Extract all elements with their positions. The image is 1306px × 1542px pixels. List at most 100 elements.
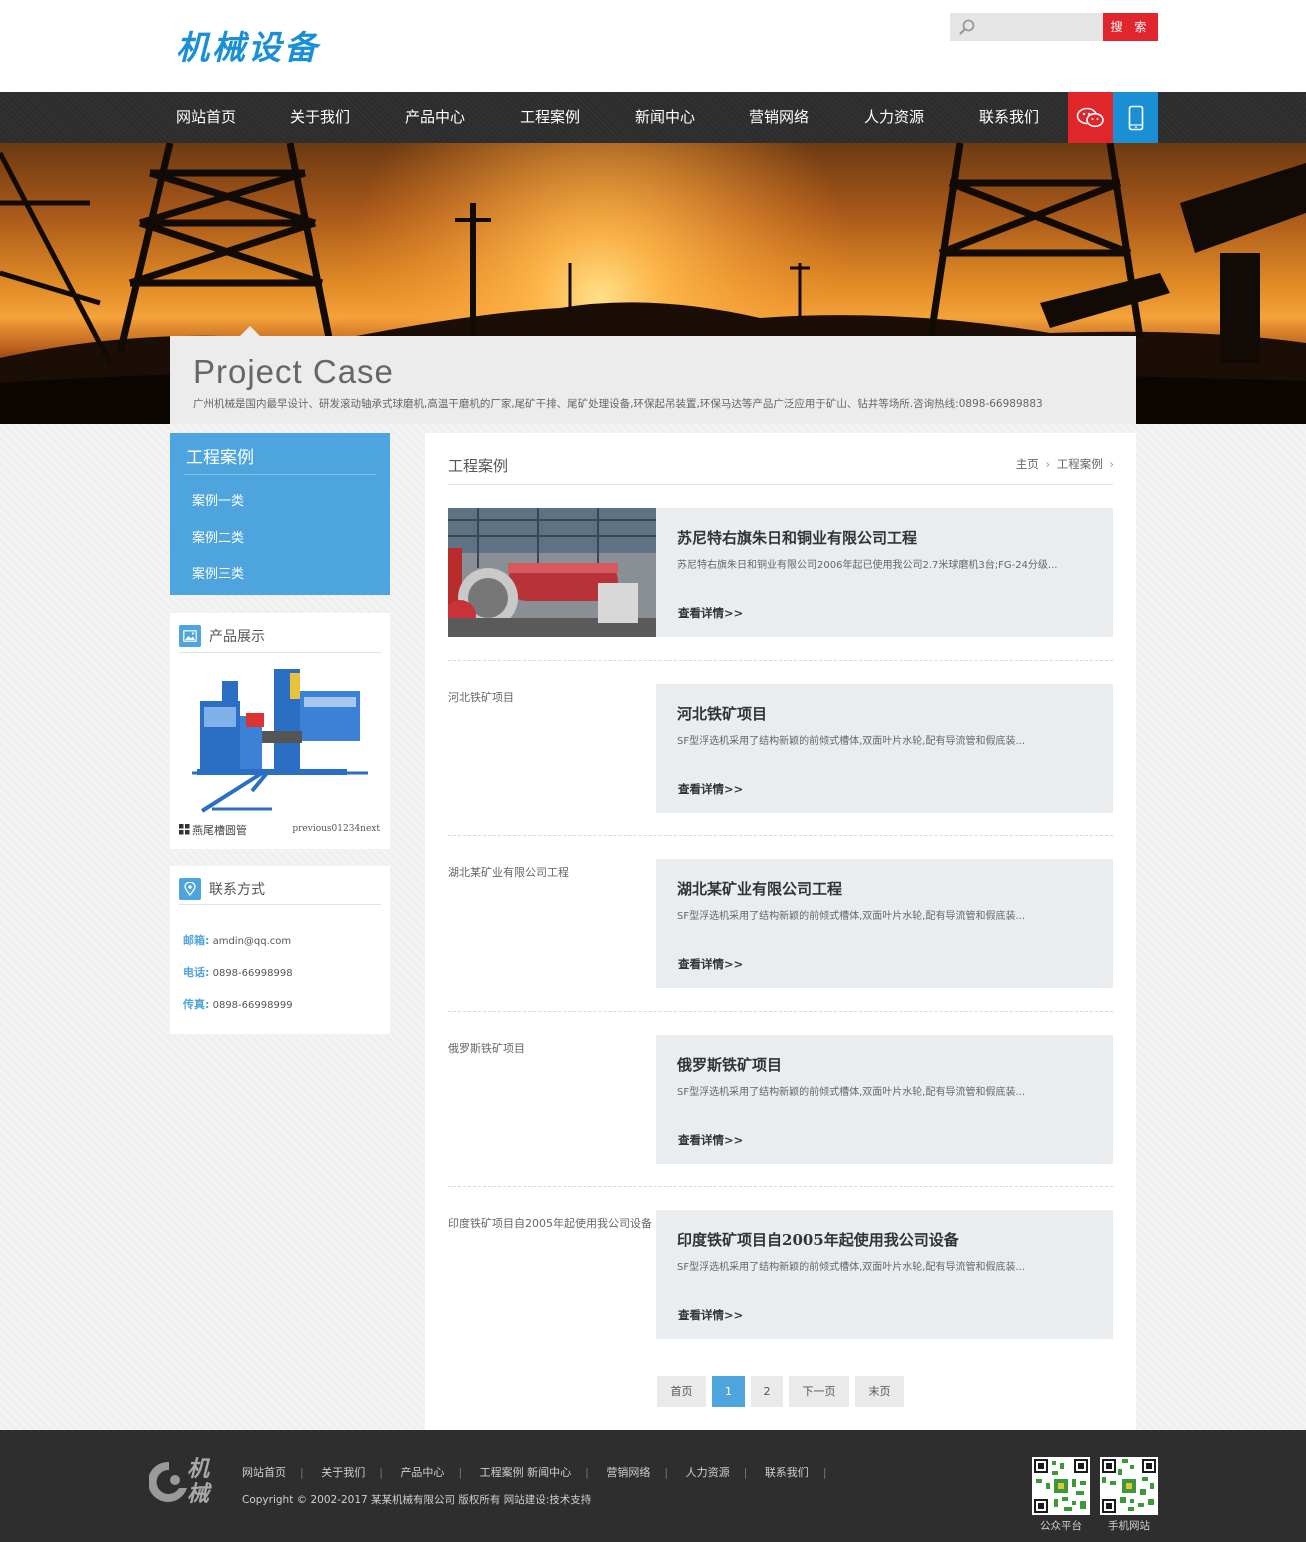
site-footer: 机械 网站首页 | 关于我们 | 产品中心 | 工程案例 新闻中心 | 营销网络 | 人力… bbox=[0, 1430, 1306, 1542]
case-card: 苏尼特右旗朱日和铜业有限公司工程 苏尼特右旗朱日和铜业有限公司2006年起已使用… bbox=[656, 508, 1113, 637]
footer-logo-text: 机械 bbox=[187, 1457, 210, 1507]
pager-first[interactable]: 首页 bbox=[657, 1376, 706, 1407]
contact-fax-label: 传真: bbox=[183, 998, 210, 1011]
breadcrumb-home[interactable]: 主页 bbox=[1016, 457, 1039, 471]
case-card: 河北铁矿项目 SF型浮选机采用了结构新颖的前倾式槽体,双面叶片水轮,配有导流管和… bbox=[656, 684, 1113, 813]
case-image-alt[interactable]: 俄罗斯铁矿项目 bbox=[448, 1040, 525, 1056]
divider bbox=[184, 474, 376, 475]
nav-item-products[interactable]: 产品中心 bbox=[405, 92, 465, 143]
pager-last[interactable]: 末页 bbox=[855, 1376, 904, 1407]
footer-link-network[interactable]: 营销网络 bbox=[606, 1466, 650, 1479]
qr-code-mobile[interactable] bbox=[1100, 1457, 1158, 1515]
separator: | bbox=[585, 1466, 589, 1479]
case-image-alt[interactable]: 河北铁矿项目 bbox=[448, 689, 514, 705]
qr-code-wechat[interactable] bbox=[1032, 1457, 1090, 1515]
footer-link-home[interactable]: 网站首页 bbox=[242, 1466, 286, 1479]
qr-label-mobile: 手机网站 bbox=[1108, 1520, 1150, 1532]
footer-link-hr[interactable]: 人力资源 bbox=[686, 1466, 730, 1479]
search-box bbox=[950, 13, 1103, 41]
nav-item-cases[interactable]: 工程案例 bbox=[520, 92, 580, 143]
page-header-panel: Project Case 广州机械是国内最早设计、研发滚动轴承式球磨机,高温干磨… bbox=[170, 336, 1136, 424]
contact-phone: 电话: 0898-66998998 bbox=[183, 964, 293, 980]
footer-link-cases-news[interactable]: 工程案例 新闻中心 bbox=[480, 1466, 572, 1479]
category-menu-title: 工程案例 bbox=[186, 448, 254, 468]
case-thumbnail[interactable] bbox=[448, 508, 656, 637]
product-image[interactable] bbox=[192, 661, 368, 817]
site-logo[interactable]: 机械设备 bbox=[176, 26, 320, 70]
contact-info-box: 联系方式 邮箱: amdin@qq.com 电话: 0898-66998998 … bbox=[170, 866, 390, 1034]
wechat-button[interactable] bbox=[1068, 92, 1113, 143]
divider bbox=[179, 904, 381, 905]
footer-link-contact[interactable]: 联系我们 bbox=[765, 1466, 809, 1479]
contact-email: 邮箱: amdin@qq.com bbox=[183, 932, 291, 948]
pager-page-2[interactable]: 2 bbox=[751, 1376, 783, 1407]
case-item: 印度铁矿项目自2005年起使用我公司设备 印度铁矿项目自2005年起使用我公司设… bbox=[448, 1210, 1113, 1339]
case-title[interactable]: 俄罗斯铁矿项目 bbox=[677, 1054, 782, 1075]
contact-title: 联系方式 bbox=[209, 882, 265, 898]
mobile-phone-icon bbox=[1128, 105, 1143, 130]
product-showcase-title: 产品展示 bbox=[209, 629, 265, 645]
pager-next[interactable]: 下一页 bbox=[789, 1376, 849, 1407]
wechat-icon bbox=[1076, 107, 1104, 127]
category-item-2[interactable]: 案例二类 bbox=[192, 527, 244, 546]
contact-email-label: 邮箱: bbox=[183, 934, 210, 947]
separator: | bbox=[458, 1466, 463, 1479]
case-title[interactable]: 印度铁矿项目自2005年起使用我公司设备 bbox=[677, 1229, 959, 1250]
product-name[interactable]: 燕尾槽圆管 bbox=[192, 822, 247, 838]
view-details-link[interactable]: 查看详情>> bbox=[678, 1307, 743, 1323]
category-item-3[interactable]: 案例三类 bbox=[192, 563, 244, 582]
contact-phone-label: 电话: bbox=[183, 966, 210, 979]
nav-item-contact[interactable]: 联系我们 bbox=[979, 92, 1039, 143]
category-item-1[interactable]: 案例一类 bbox=[192, 490, 244, 509]
gear-icon bbox=[149, 1461, 187, 1502]
breadcrumb-current[interactable]: 工程案例 bbox=[1057, 457, 1103, 471]
case-image-alt[interactable]: 印度铁矿项目自2005年起使用我公司设备 bbox=[448, 1215, 652, 1231]
view-details-link[interactable]: 查看详情>> bbox=[678, 781, 743, 797]
case-title[interactable]: 河北铁矿项目 bbox=[677, 703, 767, 724]
image-icon bbox=[179, 625, 201, 647]
divider bbox=[448, 1186, 1113, 1187]
divider bbox=[448, 484, 1113, 485]
case-item: 河北铁矿项目 河北铁矿项目 SF型浮选机采用了结构新颖的前倾式槽体,双面叶片水轮… bbox=[448, 684, 1113, 813]
case-item: 苏尼特右旗朱日和铜业有限公司工程 苏尼特右旗朱日和铜业有限公司2006年起已使用… bbox=[448, 508, 1113, 637]
case-title[interactable]: 苏尼特右旗朱日和铜业有限公司工程 bbox=[677, 527, 917, 548]
search-button[interactable]: 搜 索 bbox=[1103, 13, 1158, 41]
search-input[interactable] bbox=[982, 16, 1102, 40]
nav-item-hr[interactable]: 人力资源 bbox=[864, 92, 924, 143]
case-card: 湖北某矿业有限公司工程 SF型浮选机采用了结构新颖的前倾式槽体,双面叶片水轮,配… bbox=[656, 859, 1113, 988]
mobile-site-button[interactable] bbox=[1113, 92, 1158, 143]
chevron-right-icon: › bbox=[1109, 457, 1114, 471]
copyright: Copyright © 2002-2017 某某机械有限公司 版权所有 网站建设… bbox=[242, 1494, 592, 1506]
case-title[interactable]: 湖北某矿业有限公司工程 bbox=[677, 878, 842, 899]
search-bar: 搜 索 bbox=[950, 13, 1158, 41]
contact-fax-value: 0898-66998999 bbox=[212, 1000, 293, 1011]
separator: | bbox=[743, 1466, 748, 1479]
location-pin-icon bbox=[179, 878, 201, 900]
chevron-right-icon: › bbox=[1045, 457, 1051, 471]
page-title: Project Case bbox=[193, 353, 394, 390]
view-details-link[interactable]: 查看详情>> bbox=[678, 1132, 743, 1148]
footer-link-products[interactable]: 产品中心 bbox=[400, 1466, 444, 1479]
nav-item-news[interactable]: 新闻中心 bbox=[635, 92, 695, 143]
footer-link-about[interactable]: 关于我们 bbox=[321, 1466, 365, 1479]
footer-nav: 网站首页 | 关于我们 | 产品中心 | 工程案例 新闻中心 | 营销网络 | 人力资源 |… bbox=[242, 1464, 841, 1480]
case-description: SF型浮选机采用了结构新颖的前倾式槽体,双面叶片水轮,配有导流管和假底装... bbox=[677, 911, 1025, 922]
nav-item-home[interactable]: 网站首页 bbox=[176, 92, 236, 143]
product-pagination[interactable]: previous01234next bbox=[292, 824, 380, 834]
case-category-menu: 工程案例 案例一类 案例二类 案例三类 bbox=[170, 433, 390, 595]
case-description: 苏尼特右旗朱日和铜业有限公司2006年起已使用我公司2.7米球磨机3台;FG-2… bbox=[677, 560, 1058, 571]
case-card: 俄罗斯铁矿项目 SF型浮选机采用了结构新颖的前倾式槽体,双面叶片水轮,配有导流管… bbox=[656, 1035, 1113, 1164]
case-image-alt[interactable]: 湖北某矿业有限公司工程 bbox=[448, 864, 569, 880]
pager-page-1[interactable]: 1 bbox=[712, 1376, 745, 1407]
main-content: 工程案例 主页 › 工程案例 › 苏尼特右旗朱日和铜业有限公司工程 苏尼特右旗朱… bbox=[425, 433, 1136, 1430]
page-header-arrow bbox=[238, 326, 262, 338]
footer-logo[interactable]: 机械 bbox=[149, 1455, 217, 1509]
view-details-link[interactable]: 查看详情>> bbox=[678, 956, 743, 972]
nav-item-about[interactable]: 关于我们 bbox=[290, 92, 350, 143]
separator: | bbox=[822, 1466, 827, 1479]
product-showcase: 产品展示 燕尾槽圆管 previous01234next bbox=[170, 613, 390, 849]
nav-item-network[interactable]: 营销网络 bbox=[749, 92, 809, 143]
case-description: SF型浮选机采用了结构新颖的前倾式槽体,双面叶片水轮,配有导流管和假底装... bbox=[677, 1262, 1025, 1273]
case-description: SF型浮选机采用了结构新颖的前倾式槽体,双面叶片水轮,配有导流管和假底装... bbox=[677, 1087, 1025, 1098]
view-details-link[interactable]: 查看详情>> bbox=[678, 605, 743, 621]
